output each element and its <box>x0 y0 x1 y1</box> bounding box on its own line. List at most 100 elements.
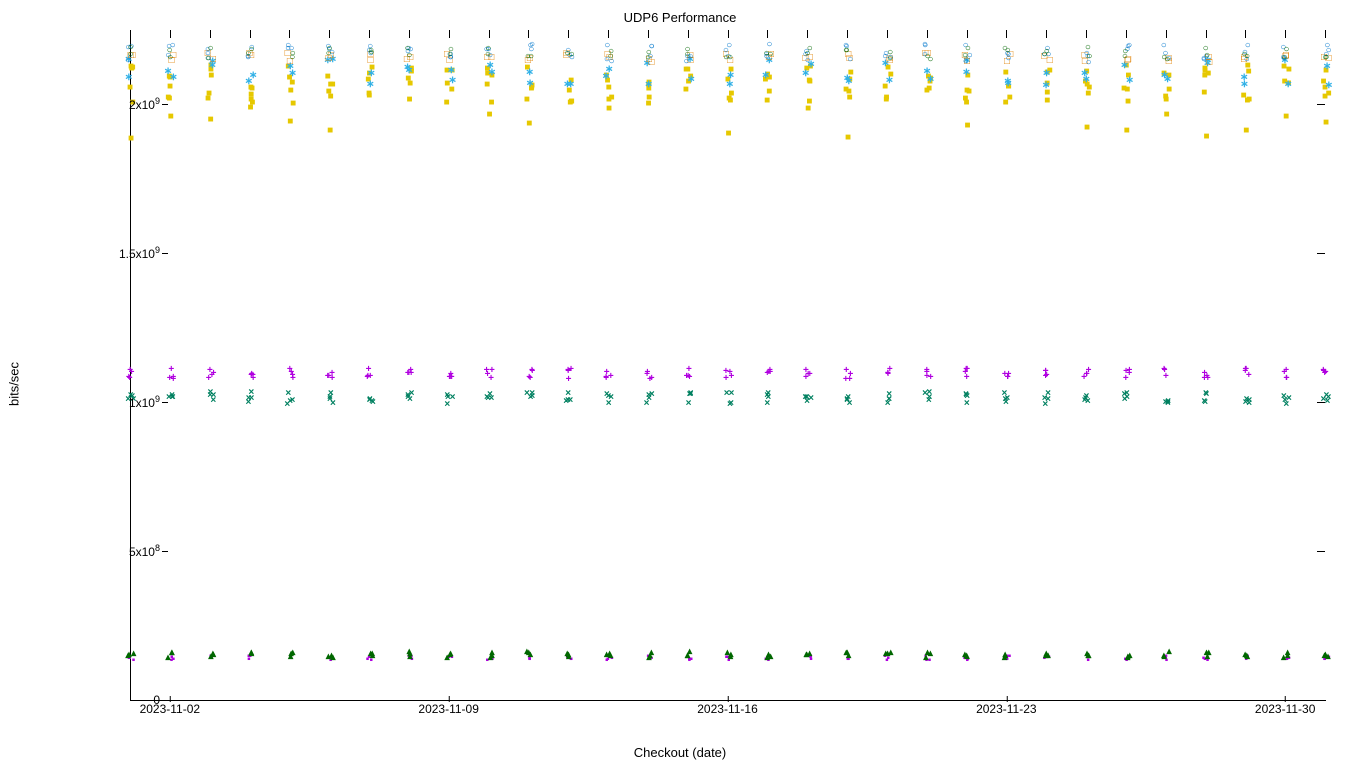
data-point: ○ <box>127 43 133 53</box>
data-point: + <box>1162 366 1168 376</box>
data-point: ○ <box>1005 46 1011 56</box>
data-point: + <box>127 374 133 384</box>
data-point: ∗ <box>367 69 375 79</box>
data-point: + <box>1202 369 1208 379</box>
data-point: ■ <box>727 96 733 106</box>
data-point: × <box>245 398 251 408</box>
data-point: + <box>1126 366 1132 376</box>
data-point: ▴ <box>728 652 733 662</box>
data-point: ▴ <box>126 651 131 661</box>
data-point: ■ <box>567 98 573 108</box>
y-tick-label: 2x109 <box>90 96 160 112</box>
data-point: ∗ <box>762 71 770 81</box>
data-point: + <box>964 373 970 383</box>
data-point: × <box>1083 394 1089 404</box>
data-point: ▴ <box>329 651 334 661</box>
data-point: × <box>765 389 771 399</box>
data-point: ■ <box>1243 126 1249 136</box>
data-point: ▴ <box>1326 652 1331 662</box>
data-point: ▴ <box>1167 647 1172 657</box>
data-point: ∗ <box>802 69 810 79</box>
data-point: × <box>169 393 175 403</box>
x-tick-label: 2023-11-23 <box>976 702 1037 716</box>
data-point: ∗ <box>1125 76 1133 86</box>
data-point: × <box>1124 393 1130 403</box>
data-point: + <box>290 371 296 381</box>
data-point: + <box>170 375 176 385</box>
data-point: ▴ <box>1285 648 1290 658</box>
data-point: ○ <box>962 51 968 61</box>
data-point: ∗ <box>526 79 534 89</box>
data-point: ○ <box>368 48 374 58</box>
data-point: ∗ <box>1004 79 1012 89</box>
data-point: ■ <box>488 98 494 108</box>
data-point: ○ <box>1042 50 1048 60</box>
data-point: ■ <box>287 117 293 127</box>
data-point: ▴ <box>765 653 770 663</box>
data-point: × <box>963 391 969 401</box>
data-point: ▴ <box>445 653 450 663</box>
data-point: ∗ <box>366 80 374 90</box>
data-point: + <box>566 375 572 385</box>
data-point: + <box>649 374 655 384</box>
data-point: ▴ <box>1244 651 1249 661</box>
data-point: ○ <box>927 55 933 65</box>
data-point: ○ <box>684 50 690 60</box>
data-point: + <box>366 365 372 375</box>
data-point: + <box>1283 374 1289 384</box>
data-point: × <box>606 399 612 409</box>
data-point: ○ <box>1085 43 1091 53</box>
data-point: × <box>287 397 293 407</box>
data-point: ▴ <box>566 652 571 662</box>
data-point: ○ <box>723 53 729 63</box>
data-point: ○ <box>326 49 332 59</box>
data-point: ▴ <box>526 648 531 658</box>
data-point: ■ <box>1124 85 1130 95</box>
data-point: ■ <box>1201 88 1207 98</box>
data-point: ○ <box>447 50 453 60</box>
data-point: ■ <box>290 99 296 109</box>
data-point: ▴ <box>964 651 969 661</box>
data-point: ∗ <box>1284 80 1292 90</box>
data-point: ■ <box>444 98 450 108</box>
data-point: ▴ <box>888 648 893 658</box>
data-point: ■ <box>725 129 731 139</box>
data-point: ○ <box>763 49 769 59</box>
data-point: ∗ <box>403 63 411 73</box>
data-point: ■ <box>1007 93 1013 103</box>
data-point: × <box>405 391 411 401</box>
data-point: ∗ <box>926 75 934 85</box>
data-point: + <box>485 370 491 380</box>
data-point: ∗ <box>447 66 455 76</box>
data-point: ■ <box>1166 85 1172 95</box>
data-point: ▴ <box>170 648 175 658</box>
data-point: × <box>728 389 734 399</box>
data-point: ■ <box>484 80 490 90</box>
data-point: ■ <box>366 91 372 101</box>
data-point: × <box>922 389 928 399</box>
data-point: × <box>330 399 336 409</box>
data-point: ○ <box>807 44 813 54</box>
data-point: ○ <box>922 41 928 51</box>
data-point: ▴ <box>131 649 136 659</box>
data-point: ■ <box>127 83 133 93</box>
data-point: + <box>1086 366 1092 376</box>
data-point: + <box>843 375 849 385</box>
data-point: ■ <box>449 85 455 95</box>
data-point: ■ <box>524 95 530 105</box>
data-point: + <box>723 374 729 384</box>
data-point: ○ <box>529 40 535 50</box>
data-point: ○ <box>1161 53 1167 63</box>
data-point: ▴ <box>1086 651 1091 661</box>
data-point: ∗ <box>845 77 853 87</box>
data-point: ▴ <box>1003 651 1008 661</box>
data-point: ■ <box>165 93 171 103</box>
data-point: × <box>686 399 692 409</box>
x-tick-label: 2023-11-30 <box>1255 702 1316 716</box>
data-point: ∗ <box>1042 81 1050 91</box>
data-point: ○ <box>1241 50 1247 60</box>
data-point: ■ <box>526 119 532 129</box>
data-point: ∗ <box>687 75 695 85</box>
data-point: ○ <box>847 55 853 65</box>
data-point: × <box>565 396 571 406</box>
